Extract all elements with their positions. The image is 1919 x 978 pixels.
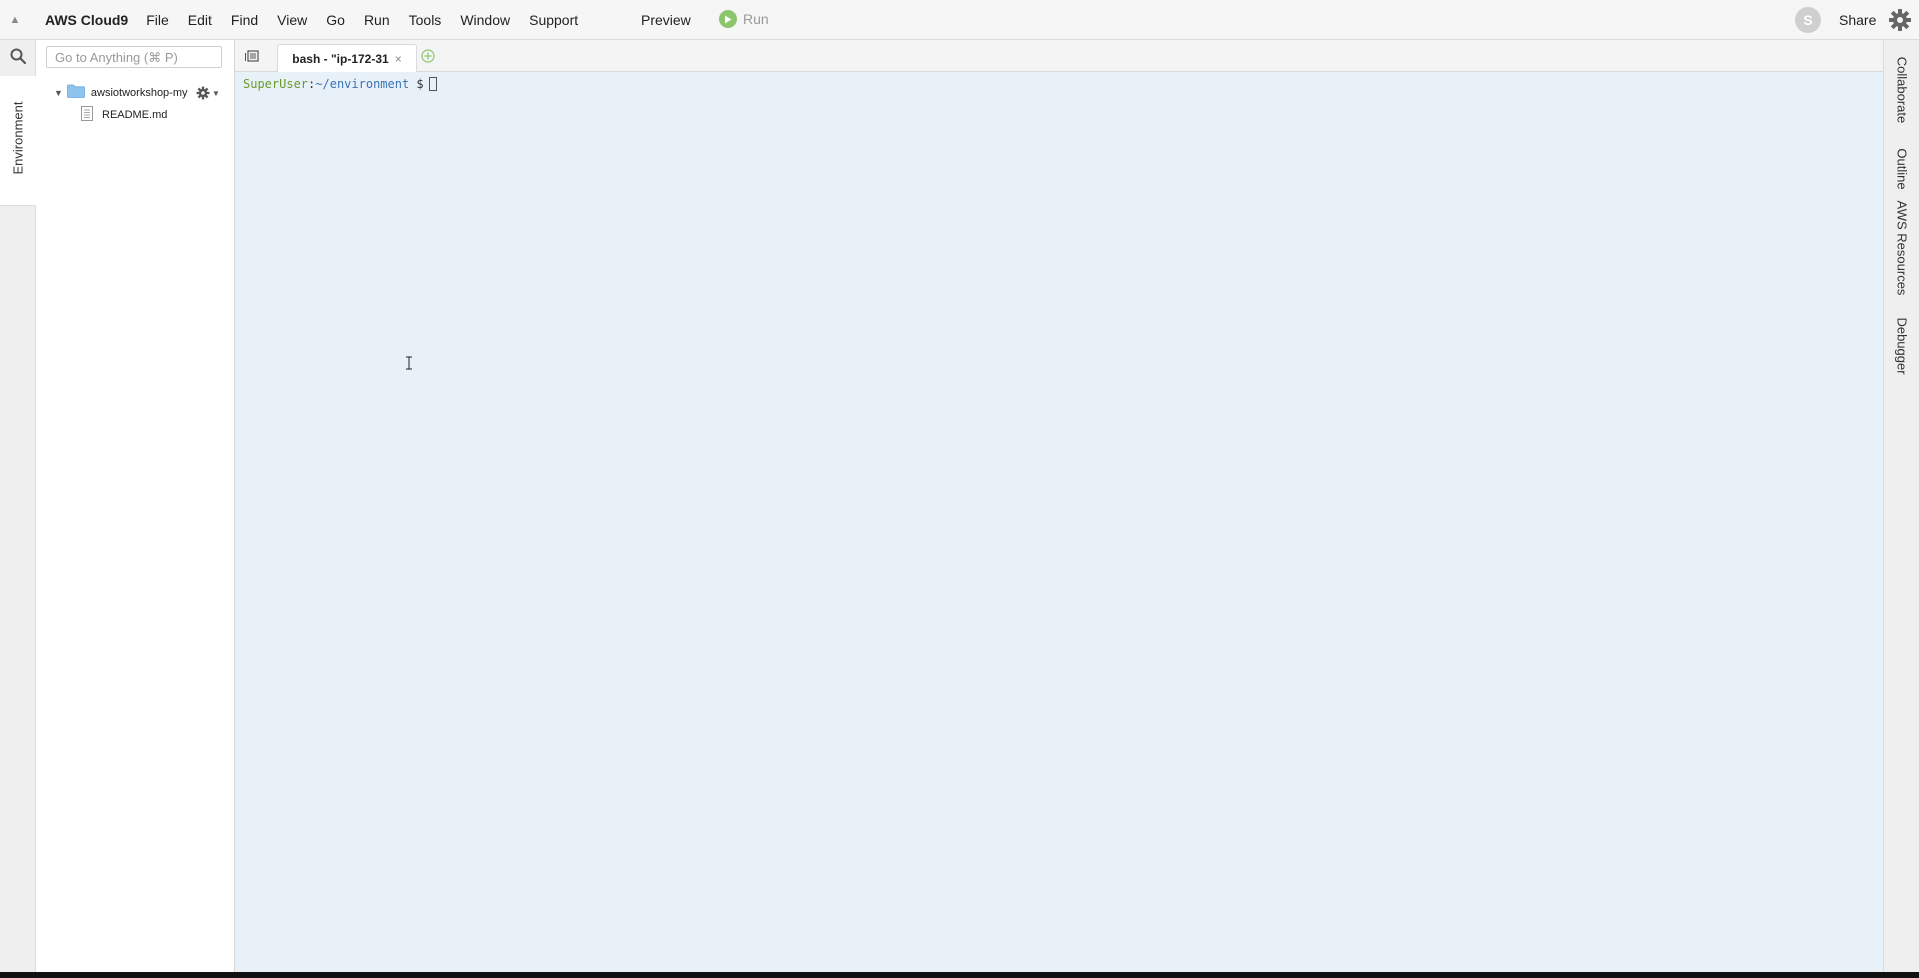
prompt-colon: : [308,77,316,91]
tree-folder-item[interactable]: ▼ awsiotworkshop-my [54,84,188,101]
add-tab-icon[interactable] [421,49,435,68]
tab-bash-terminal[interactable]: bash - "ip-172-31 × [277,44,417,72]
play-icon [719,10,737,28]
tab-debugger[interactable]: Debugger [1884,312,1919,392]
editor-tab-bar: bash - "ip-172-31 × [235,40,1883,72]
share-button[interactable]: Share [1839,12,1876,28]
tree-settings-button[interactable]: ▼ [196,86,220,100]
menu-view[interactable]: View [277,12,307,28]
folder-label: awsiotworkshop-my [90,86,188,99]
menu-support[interactable]: Support [529,12,578,28]
file-tree-panel: ▼ awsiotworkshop-my ▼ [36,40,235,972]
menu-tools[interactable]: Tools [409,12,442,28]
file-label: README.md [102,109,168,121]
prompt-dollar: $ [409,77,424,91]
debugger-label: Debugger [1894,317,1910,375]
menu-edit[interactable]: Edit [188,12,212,28]
menu-window[interactable]: Window [460,12,510,28]
folder-icon [67,84,85,101]
environment-tab-label: Environment [10,101,26,175]
collaborate-label: Collaborate [1894,56,1910,124]
search-icon[interactable] [10,48,27,69]
menu-bar: ▲ AWS Cloud9 File Edit Find View Go Run … [0,0,1919,40]
gear-icon [196,86,210,100]
aws-resources-label: AWS Resources [1894,200,1910,296]
run-button[interactable]: Run [719,10,769,28]
run-label: Run [743,11,769,27]
tab-menu-icon[interactable] [245,49,259,67]
tree-file-item[interactable]: README.md [81,106,167,124]
app-brand[interactable]: AWS Cloud9 [45,12,128,28]
gear-icon[interactable] [1888,8,1912,37]
terminal-prompt: SuperUser: ~/environment $ [243,77,437,91]
right-panel-strip: Collaborate Outline AWS Resources Debugg… [1883,40,1919,972]
tab-outline[interactable]: Outline [1884,134,1919,204]
expand-caret-icon[interactable]: ▼ [54,88,63,98]
goto-anything-input[interactable] [46,46,222,68]
terminal-pane[interactable]: SuperUser: ~/environment $ [235,72,1883,972]
window-bottom-edge [0,972,1919,978]
collapse-arrow-icon[interactable]: ▲ [0,0,30,40]
prompt-user: SuperUser [243,77,309,91]
prompt-path: ~/environment [315,77,410,91]
tab-aws-resources[interactable]: AWS Resources [1884,196,1919,306]
outline-label: Outline [1894,148,1910,190]
menu-file[interactable]: File [146,12,169,28]
file-icon [81,106,93,124]
preview-button[interactable]: Preview [641,12,691,28]
close-icon[interactable]: × [395,52,402,66]
tab-label: bash - "ip-172-31 [292,51,389,66]
menu-run[interactable]: Run [364,12,390,28]
tab-collaborate[interactable]: Collaborate [1884,50,1919,130]
tab-environment[interactable]: Environment [0,76,36,206]
menu-go[interactable]: Go [326,12,345,28]
chevron-down-icon: ▼ [212,88,220,98]
text-cursor-icon [405,356,413,373]
left-panel-strip: Environment [0,40,36,972]
avatar[interactable]: S [1795,7,1821,33]
terminal-cursor [428,77,437,91]
menu-find[interactable]: Find [231,12,258,28]
